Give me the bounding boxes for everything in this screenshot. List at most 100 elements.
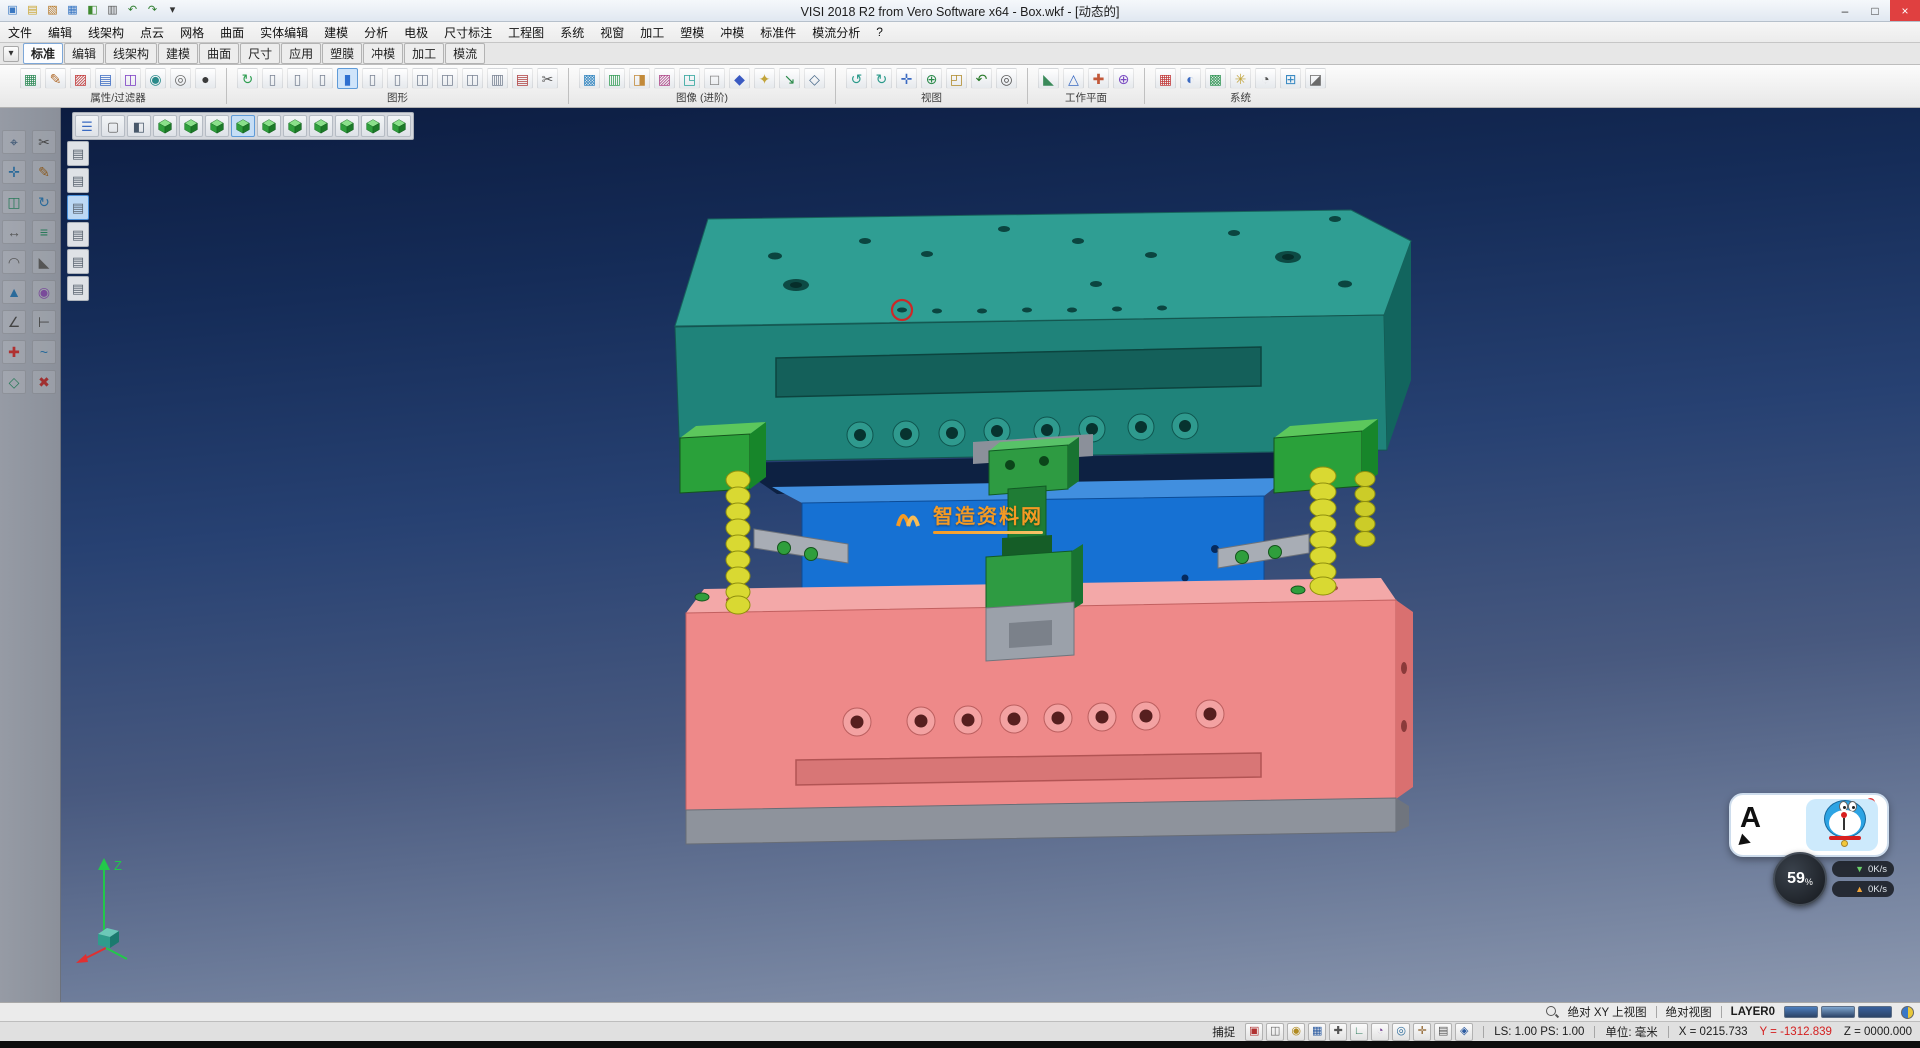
ortho-icon[interactable]: ∟ bbox=[1350, 1023, 1368, 1041]
globe-status-icon[interactable] bbox=[1901, 1006, 1914, 1019]
page-icon-2[interactable]: ▯ bbox=[287, 68, 308, 89]
pan-view-icon[interactable]: ✛ bbox=[896, 68, 917, 89]
menu-item-3[interactable]: 线架构 bbox=[80, 22, 132, 43]
tab-6[interactable]: 尺寸 bbox=[240, 43, 280, 64]
menu-item-7[interactable]: 实体编辑 bbox=[252, 22, 316, 43]
iso-view-cube-1[interactable] bbox=[153, 115, 177, 137]
trim-icon[interactable]: ✂ bbox=[32, 130, 56, 154]
page-icon-3[interactable]: ▯ bbox=[312, 68, 333, 89]
undo-icon[interactable]: ↶ bbox=[124, 2, 141, 19]
tab-3[interactable]: 线架构 bbox=[105, 43, 157, 64]
clipboard-slot-3[interactable]: ▤ bbox=[67, 195, 89, 220]
iso-view-cube-6[interactable] bbox=[283, 115, 307, 137]
dimension-icon[interactable]: ⊢ bbox=[32, 310, 56, 334]
top-plate[interactable] bbox=[675, 210, 1411, 462]
filter-color-icon[interactable]: ▨ bbox=[70, 68, 91, 89]
spring-right[interactable] bbox=[1310, 467, 1336, 595]
model-3d-mold[interactable]: Z bbox=[61, 108, 1920, 1002]
net-speed-widget[interactable]: 59 % ▼ 0K/s ▲ 0K/s bbox=[1773, 852, 1894, 906]
quick-access-dropdown-icon[interactable]: ▾ bbox=[164, 2, 181, 19]
menu-item-17[interactable]: 冲模 bbox=[712, 22, 752, 43]
new-file-icon[interactable]: ▣ bbox=[4, 2, 21, 19]
tab-1[interactable]: 标准 bbox=[23, 43, 63, 64]
tab-10[interactable]: 加工 bbox=[404, 43, 444, 64]
tab-5[interactable]: 曲面 bbox=[199, 43, 239, 64]
minimize-button[interactable]: – bbox=[1830, 0, 1860, 21]
stretch-icon[interactable]: ↔ bbox=[2, 220, 26, 244]
tab-4[interactable]: 建模 bbox=[158, 43, 198, 64]
iso-view-cube-10[interactable] bbox=[387, 115, 411, 137]
attribute-edit-icon[interactable]: ✎ bbox=[45, 68, 66, 89]
print-icon[interactable]: ▥ bbox=[104, 2, 121, 19]
transparency-icon[interactable]: ◻ bbox=[704, 68, 725, 89]
page-grid-icon[interactable]: ▥ bbox=[487, 68, 508, 89]
surface-icon[interactable]: ◇ bbox=[2, 370, 26, 394]
zoom-window-icon[interactable]: ◰ bbox=[946, 68, 967, 89]
workplane-align-icon[interactable]: △ bbox=[1063, 68, 1084, 89]
grid-settings-icon[interactable]: ▩ bbox=[1205, 68, 1226, 89]
shadow-icon[interactable]: ▨ bbox=[654, 68, 675, 89]
view-mode-label[interactable]: 绝对视图 bbox=[1666, 1004, 1712, 1020]
filter-layer-icon[interactable]: ▤ bbox=[95, 68, 116, 89]
workplane-quick-icon[interactable]: ◧ bbox=[84, 2, 101, 19]
material-icon[interactable]: ▥ bbox=[604, 68, 625, 89]
close-button[interactable]: × bbox=[1890, 0, 1920, 21]
pages-icon-1[interactable]: ◫ bbox=[412, 68, 433, 89]
curve-icon[interactable]: ~ bbox=[32, 340, 56, 364]
chamfer-icon[interactable]: ◣ bbox=[32, 250, 56, 274]
spin-view-icon[interactable]: ↻ bbox=[871, 68, 892, 89]
polar-icon[interactable]: ◔ bbox=[1371, 1023, 1389, 1041]
snap-endpoint-icon[interactable]: ▣ bbox=[1245, 1023, 1263, 1041]
redraw-icon[interactable]: ↻ bbox=[237, 68, 258, 89]
open-file-icon[interactable]: ▤ bbox=[24, 2, 41, 19]
save-icon[interactable]: ▦ bbox=[64, 2, 81, 19]
iso-view-cube-3[interactable] bbox=[205, 115, 229, 137]
menu-item-18[interactable]: 标准件 bbox=[752, 22, 804, 43]
snap-midpoint-icon[interactable]: ◫ bbox=[1266, 1023, 1284, 1041]
display-list-icon[interactable]: ☰ bbox=[75, 115, 99, 137]
spring-right-rear[interactable] bbox=[1355, 472, 1375, 547]
page-icon-5[interactable]: ▯ bbox=[387, 68, 408, 89]
iso-view-cube-8[interactable] bbox=[335, 115, 359, 137]
workplane-move-icon[interactable]: ✚ bbox=[1088, 68, 1109, 89]
spring-left[interactable] bbox=[726, 471, 750, 614]
snap-settings-icon[interactable]: ✳ bbox=[1230, 68, 1251, 89]
rotate-icon[interactable]: ↻ bbox=[32, 190, 56, 214]
mirror-icon[interactable]: ◫ bbox=[2, 190, 26, 214]
menu-item-16[interactable]: 塑模 bbox=[672, 22, 712, 43]
maximize-button[interactable]: □ bbox=[1860, 0, 1890, 21]
redo-icon[interactable]: ↷ bbox=[144, 2, 161, 19]
attribute-table-icon[interactable]: ▦ bbox=[20, 68, 41, 89]
move-icon[interactable]: ✛ bbox=[2, 160, 26, 184]
menu-item-8[interactable]: 建模 bbox=[316, 22, 356, 43]
iso-view-cube-5[interactable] bbox=[257, 115, 281, 137]
filter-type-icon[interactable]: ◫ bbox=[120, 68, 141, 89]
view-lock-label[interactable]: 绝对 XY 上视图 bbox=[1568, 1004, 1647, 1020]
rotate-view-icon[interactable]: ↺ bbox=[846, 68, 867, 89]
render-settings-icon[interactable]: ▩ bbox=[579, 68, 600, 89]
delete-icon[interactable]: ✖ bbox=[32, 370, 56, 394]
tab-11[interactable]: 模流 bbox=[445, 43, 485, 64]
offset-icon[interactable]: ≡ bbox=[32, 220, 56, 244]
preferences-icon[interactable]: ◪ bbox=[1305, 68, 1326, 89]
menu-item-1[interactable]: 文件 bbox=[0, 22, 40, 43]
iso-view-cube-2[interactable] bbox=[179, 115, 203, 137]
pages-icon-2[interactable]: ◫ bbox=[437, 68, 458, 89]
clipboard-slot-1[interactable]: ▤ bbox=[67, 141, 89, 166]
page-cut-icon[interactable]: ✂ bbox=[537, 68, 558, 89]
clipboard-slot-4[interactable]: ▤ bbox=[67, 222, 89, 247]
point-icon[interactable]: ✚ bbox=[2, 340, 26, 364]
menu-item-11[interactable]: 尺寸标注 bbox=[436, 22, 500, 43]
dynamic-view-icon[interactable]: ◎ bbox=[996, 68, 1017, 89]
dynamic-input-icon[interactable]: ▤ bbox=[1434, 1023, 1452, 1041]
shading-mode-icon[interactable]: ▮ bbox=[337, 68, 358, 89]
clipboard-slot-2[interactable]: ▤ bbox=[67, 168, 89, 193]
menu-item-5[interactable]: 网格 bbox=[172, 22, 212, 43]
window-layout-icon[interactable]: ⊞ bbox=[1280, 68, 1301, 89]
tab-2[interactable]: 编辑 bbox=[64, 43, 104, 64]
pages-icon-3[interactable]: ◫ bbox=[462, 68, 483, 89]
osnap-icon[interactable]: ◎ bbox=[1392, 1023, 1410, 1041]
wireframe-icon[interactable]: ▢ bbox=[101, 115, 125, 137]
menu-item-13[interactable]: 系统 bbox=[552, 22, 592, 43]
track-icon[interactable]: ✛ bbox=[1413, 1023, 1431, 1041]
